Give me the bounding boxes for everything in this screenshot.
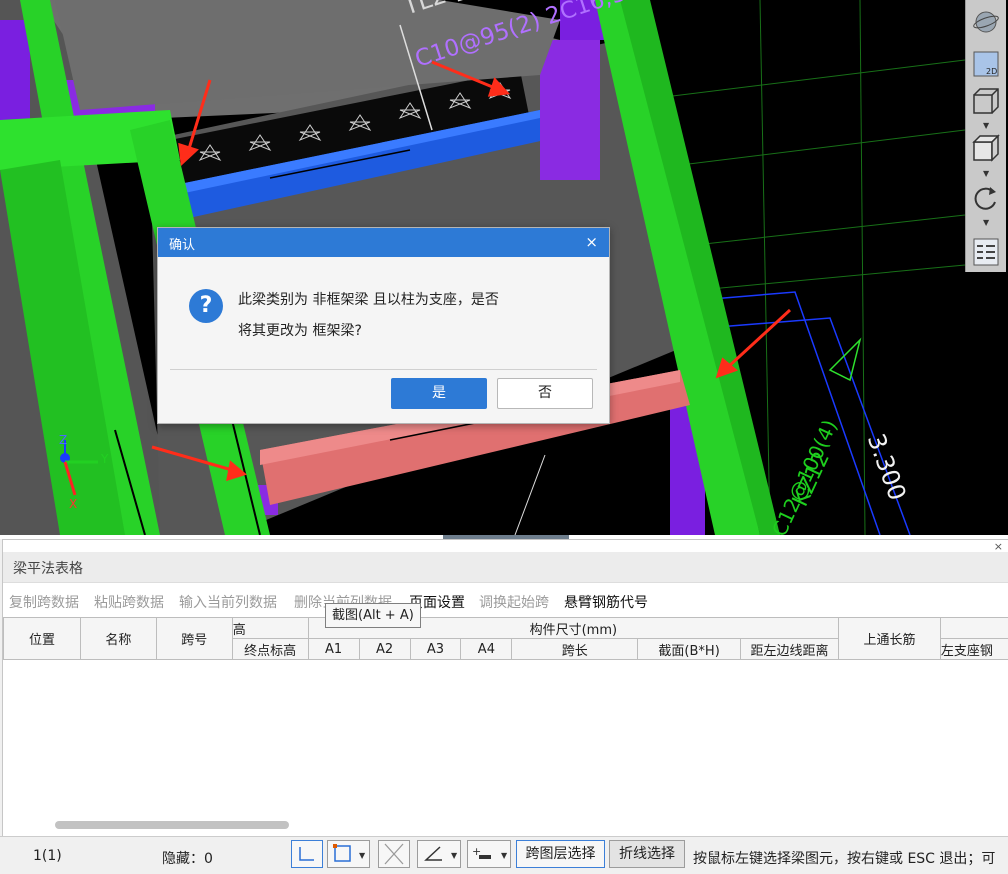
dialog-divider [170, 369, 597, 370]
no-button[interactable]: 否 [497, 378, 593, 409]
col-header-a3[interactable]: A3 [409, 638, 462, 660]
paste-span-data-button[interactable]: 粘贴跨数据 [94, 592, 164, 612]
snap-select-dropdown[interactable]: ▼ [327, 840, 370, 868]
yes-button[interactable]: 是 [391, 378, 487, 409]
swap-start-span-button[interactable]: 调换起始跨 [479, 592, 549, 612]
axis-x-label: X [69, 497, 78, 511]
panel-title: 梁平法表格 [13, 561, 83, 577]
angle-dropdown[interactable]: ▼ [417, 840, 461, 868]
close-icon[interactable]: × [585, 233, 598, 251]
col-header-position[interactable]: 位置 [3, 617, 81, 660]
orthogonal-toggle[interactable] [291, 840, 323, 868]
screenshot-tooltip: 截图(Alt + A) [325, 603, 421, 628]
dialog-title: 确认 [169, 238, 196, 253]
dialog-titlebar[interactable]: 确认 × [158, 228, 609, 257]
col-header-elevation-group: 高 [231, 617, 309, 639]
col-header-end-elevation[interactable]: 终点标高 [231, 638, 309, 660]
col-header-blank [939, 617, 1008, 639]
rotate-icon[interactable] [970, 182, 1002, 214]
axis-y-label: Y [101, 452, 109, 466]
orthogonal-icon [299, 847, 314, 861]
col-header-a1[interactable]: A1 [307, 638, 360, 660]
3d-view-icon[interactable] [970, 86, 1002, 118]
view-toolbar: 2D ▼ ▼ ▼ [965, 0, 1006, 272]
col-header-left-support[interactable]: 左支座钢 [939, 638, 1008, 660]
chevron-down-icon[interactable]: ▼ [983, 218, 989, 227]
angle-icon: ▼ [424, 846, 458, 861]
col-header-edge-distance[interactable]: 距左边线距离 [740, 638, 840, 660]
dialog-message-line2: 将其更改为 框架梁? [238, 323, 362, 339]
col-header-a2[interactable]: A2 [358, 638, 411, 660]
offset-dropdown[interactable]: + ▼ [467, 840, 511, 868]
confirm-dialog: 确认 × ? 此梁类别为 非框架梁 且以柱为支座，是否 将其更改为 框架梁? 是… [157, 227, 610, 424]
dialog-message-line1: 此梁类别为 非框架梁 且以柱为支座，是否 [238, 292, 499, 308]
copy-span-data-button[interactable]: 复制跨数据 [9, 592, 79, 612]
col-header-span[interactable]: 跨号 [155, 617, 233, 660]
cross-icon[interactable] [378, 840, 410, 868]
2d-view-icon[interactable]: 2D [970, 48, 1002, 80]
panel-header: 梁平法表格 [3, 552, 1008, 582]
chevron-down-icon[interactable]: ▼ [983, 121, 989, 130]
axis-z-label: Z [59, 433, 68, 447]
beam-table: 位置 名称 跨号 高 构件尺寸(mm) 上通长筋 终点标高 A1 A2 A3 A… [3, 617, 1008, 660]
col-header-a4[interactable]: A4 [460, 638, 513, 660]
cantilever-rebar-code-button[interactable]: 悬臂钢筋代号 [564, 592, 648, 612]
col-header-span-length[interactable]: 跨长 [511, 638, 639, 660]
cross-layer-select-button[interactable]: 跨图层选择 [516, 840, 605, 868]
status-bar: 1(1) 隐藏：0 ▼ ▼ + ▼ 跨图层选择 折线选择 按鼠标左键选择梁图元，按… [0, 836, 1008, 874]
orbit-icon[interactable] [970, 6, 1002, 38]
col-header-name[interactable]: 名称 [79, 617, 157, 660]
property-grid-icon[interactable] [970, 236, 1002, 268]
chevron-down-icon[interactable]: ▼ [983, 169, 989, 178]
cube-view-icon[interactable] [970, 133, 1002, 165]
status-hint: 按鼠标左键选择梁图元，按右键或 ESC 退出；可 [693, 851, 996, 867]
question-icon: ? [189, 289, 223, 323]
col-header-top-longitudinal[interactable]: 上通长筋 [838, 617, 941, 660]
offset-icon: + ▼ [472, 845, 508, 860]
polyline-select-button[interactable]: 折线选择 [609, 840, 685, 868]
svg-text:▼: ▼ [451, 851, 458, 860]
page-indicator: 1(1) [33, 848, 62, 864]
svg-text:2D: 2D [986, 67, 997, 76]
horizontal-scrollbar[interactable] [55, 821, 289, 829]
hidden-count: 隐藏：0 [162, 851, 213, 867]
panel-toolbar: 复制跨数据 粘贴跨数据 输入当前列数据 删除当前列数据 页面设置 调换起始跨 悬… [3, 582, 1008, 617]
snap-rect-icon: ▼ [333, 844, 366, 862]
input-column-data-button[interactable]: 输入当前列数据 [179, 592, 277, 612]
svg-text:▼: ▼ [359, 851, 366, 860]
col-header-section[interactable]: 截面(B*H) [637, 638, 742, 660]
beam-table-panel: × 梁平法表格 复制跨数据 粘贴跨数据 输入当前列数据 删除当前列数据 页面设置… [2, 539, 1008, 837]
3d-viewport[interactable]: TL2 [231] C10@95(2) 2C16;3C16 KZ12 C12@1… [0, 0, 1008, 535]
svg-text:▼: ▼ [501, 851, 508, 860]
